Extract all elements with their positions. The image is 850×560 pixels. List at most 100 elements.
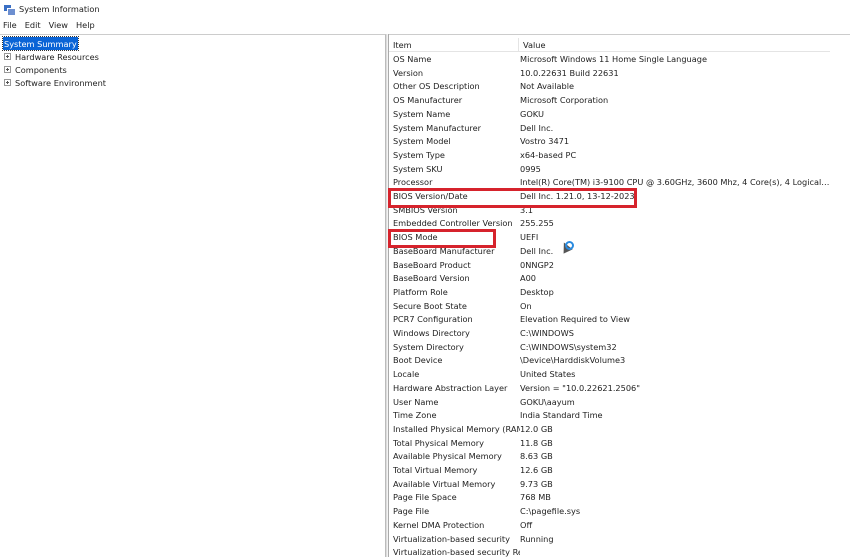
table-row[interactable]: Secure Boot State On [389,300,830,314]
row-item: BaseBoard Product [393,259,471,270]
row-item: System Model [393,136,451,147]
row-value: x64-based PC [520,149,577,160]
table-row[interactable]: Total Physical Memory 11.8 GB [389,437,830,451]
table-row[interactable]: Version 10.0.22631 Build 22631 [389,67,830,81]
row-item: BaseBoard Version [393,273,470,284]
column-header-item[interactable]: Item [389,38,519,51]
table-row[interactable]: Locale United States [389,368,830,382]
table-row[interactable]: Windows Directory C:\WINDOWS [389,327,830,341]
menu-bar: File Edit View Help [0,18,103,32]
table-row[interactable]: Available Physical Memory 8.63 GB [389,450,830,464]
row-item: PCR7 Configuration [393,314,473,325]
row-item: Locale [393,369,420,380]
table-row[interactable]: Virtualization-based security Running [389,533,830,547]
table-row[interactable]: Boot Device \Device\HarddiskVolume3 [389,354,830,368]
table-row[interactable]: Embedded Controller Version 255.255 [389,217,830,231]
list-header: Item Value [389,38,830,52]
row-item: Total Physical Memory [393,437,484,448]
row-value: Microsoft Windows 11 Home Single Languag… [520,54,707,64]
row-item: Time Zone [393,410,437,421]
table-row[interactable]: Total Virtual Memory 12.6 GB [389,464,830,478]
expand-icon[interactable] [4,79,11,86]
row-value: Running [520,533,554,544]
table-row[interactable]: System Directory C:\WINDOWS\system32 [389,341,830,355]
row-value: United States [520,369,576,380]
table-row[interactable]: Hardware Abstraction Layer Version = "10.… [389,382,830,396]
table-row[interactable]: System SKU 0995 [389,163,830,177]
table-row[interactable]: User Name GOKU\aayum [389,396,830,410]
table-row[interactable]: System Manufacturer Dell Inc. [389,122,830,136]
row-item: Hardware Abstraction Layer [393,382,508,393]
table-row[interactable]: OS Manufacturer Microsoft Corporation [389,94,830,108]
row-value: Intel(R) Core(TM) i3-9100 CPU @ 3.60GHz,… [520,177,830,188]
table-row[interactable]: BaseBoard Product 0NNGP2 [389,259,830,273]
row-item: System Name [393,108,451,119]
row-item: BaseBoard Manufacturer [393,245,495,256]
table-row[interactable]: Kernel DMA Protection Off [389,519,830,533]
table-row[interactable]: Virtualization-based security Re... [389,546,830,560]
table-row[interactable]: Available Virtual Memory 9.73 GB [389,478,830,492]
row-value: Desktop [520,286,554,297]
table-row[interactable]: BaseBoard Manufacturer Dell Inc. [389,245,830,259]
table-row[interactable]: BIOS Mode UEFI [389,231,830,245]
row-value: Version = "10.0.22621.2506" [520,382,641,393]
table-row[interactable]: BIOS Version/Date Dell Inc. 1.21.0, 13-12… [389,190,830,204]
table-row[interactable]: PCR7 Configuration Elevation Required to … [389,313,830,327]
row-value: 255.255 [520,218,554,229]
row-item: Version [393,67,424,78]
tree-item-software-environment[interactable]: Software Environment [4,76,106,89]
row-value [520,546,830,560]
row-value: 12.0 GB [520,423,553,434]
row-value: 10.0.22631 Build 22631 [520,67,619,78]
table-row[interactable]: Page File C:\pagefile.sys [389,505,830,519]
tree-item-label: Components [15,64,67,75]
row-value: 11.8 GB [520,437,553,448]
table-row[interactable]: Installed Physical Memory (RAM) 12.0 GB [389,423,830,437]
menu-help[interactable]: Help [76,20,95,30]
row-item: System Type [393,149,445,160]
row-value: 0995 [520,163,541,174]
row-item: BIOS Version/Date [393,191,468,201]
row-item: Other OS Description [393,81,480,92]
table-row[interactable]: Platform Role Desktop [389,286,830,300]
row-value: 9.73 GB [520,478,553,489]
tree-item-components[interactable]: Components [4,63,67,76]
row-value: 8.63 GB [520,451,553,462]
row-item: OS Name [393,54,432,64]
menu-file[interactable]: File [3,20,17,30]
table-row[interactable]: System Name GOKU [389,108,830,122]
table-row[interactable]: Other OS Description Not Available [389,80,830,94]
row-item: Virtualization-based security Re... [393,547,520,558]
table-row[interactable]: System Type x64-based PC [389,149,830,163]
menu-view[interactable]: View [49,20,68,30]
row-item: User Name [393,396,439,407]
row-value: Not Available [520,81,575,92]
row-value: Off [520,519,533,530]
table-row[interactable]: System Model Vostro 3471 [389,135,830,149]
table-row[interactable]: Processor Intel(R) Core(TM) i3-9100 CPU @… [389,176,830,190]
row-item: Boot Device [393,355,443,366]
row-value: C:\WINDOWS [520,328,574,338]
expand-icon[interactable] [4,53,11,60]
row-item: Embedded Controller Version [393,218,513,229]
category-tree: System Summary Hardware Resources Compon… [0,34,386,557]
table-row[interactable]: Page File Space 768 MB [389,491,830,505]
row-item: OS Manufacturer [393,95,463,106]
row-value: 0NNGP2 [520,259,554,270]
window-title: System Information [19,4,100,14]
table-row[interactable]: SMBIOS Version 3.1 [389,204,830,218]
menu-edit[interactable]: Edit [25,20,41,30]
tree-item-hardware-resources[interactable]: Hardware Resources [4,50,99,63]
row-item: Available Virtual Memory [393,478,496,489]
table-row[interactable]: OS Name Microsoft Windows 11 Home Single … [389,53,830,67]
row-item: Windows Directory [393,328,470,338]
tree-item-label: Software Environment [15,77,106,88]
column-header-value[interactable]: Value [519,38,545,51]
row-value: 768 MB [520,492,551,503]
row-value: Dell Inc. 1.21.0, 13-12-2023 [520,191,635,201]
expand-icon[interactable] [4,66,11,73]
table-row[interactable]: Time Zone India Standard Time [389,409,830,423]
row-item: Installed Physical Memory (RAM) [393,423,520,434]
tree-item-system-summary[interactable]: System Summary [2,36,79,51]
table-row[interactable]: BaseBoard Version A00 [389,272,830,286]
